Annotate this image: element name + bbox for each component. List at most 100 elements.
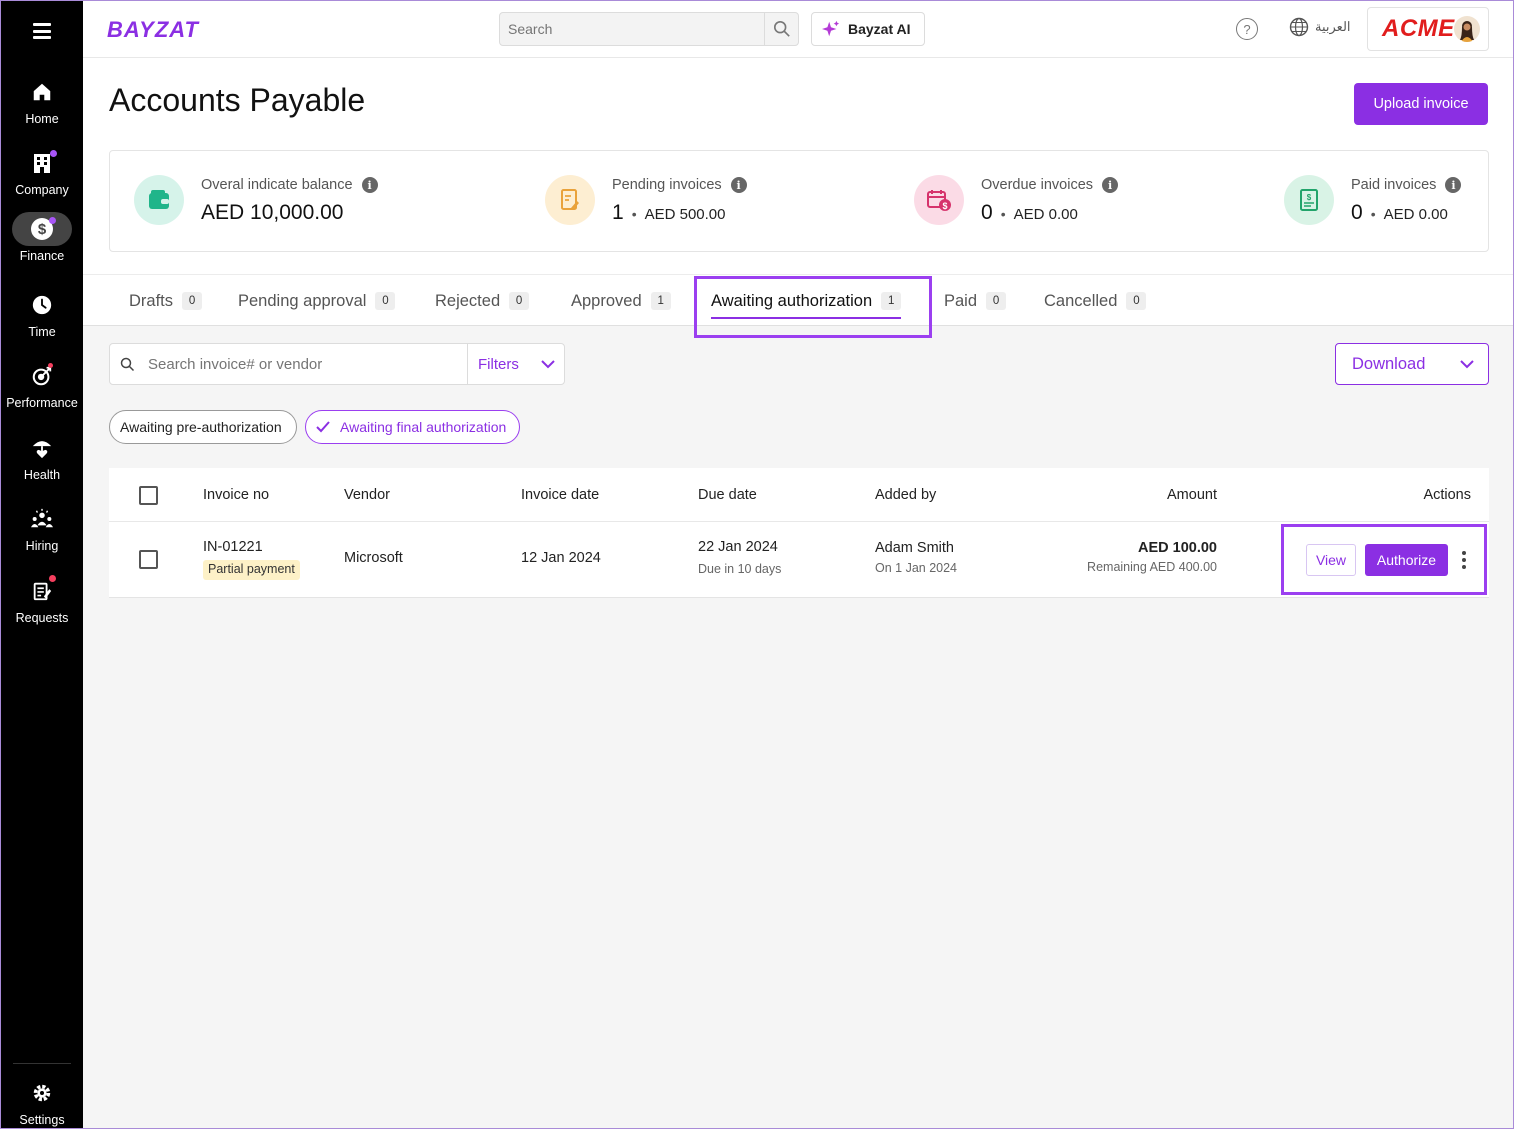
main-content: Accounts Payable Upload invoice Overal i… <box>83 58 1513 1128</box>
pending-invoice-icon <box>545 175 595 225</box>
tab-paid[interactable]: Paid 0 <box>944 275 1007 327</box>
sidebar-item-requests[interactable]: Requests <box>1 574 83 636</box>
table-header: Invoice no Vendor Invoice date Due date … <box>109 468 1489 522</box>
global-search-input[interactable] <box>500 13 762 45</box>
umbrella-heart-icon <box>12 431 72 465</box>
sidebar-item-home[interactable]: Home <box>1 75 83 137</box>
acme-logo: ACME <box>1382 15 1455 42</box>
chip-awaiting-final-authorization[interactable]: Awaiting final authorization <box>305 410 520 444</box>
download-label: Download <box>1352 354 1426 373</box>
partial-payment-badge: Partial payment <box>203 560 300 580</box>
filters-label: Filters <box>478 355 519 373</box>
tab-awaiting-authorization[interactable]: Awaiting authorization 1 <box>711 275 902 327</box>
stat-label: Overdue invoices i <box>981 177 1119 193</box>
search-icon <box>120 357 135 372</box>
tab-approved[interactable]: Approved 1 <box>571 275 671 327</box>
tab-count-badge: 0 <box>1126 292 1147 310</box>
info-icon[interactable]: i <box>1445 177 1462 193</box>
status-tabs: Drafts 0 Pending approval 0 Rejected 0 Appr… <box>83 274 1513 326</box>
sidebar-item-label: Requests <box>15 611 69 625</box>
clock-icon <box>12 288 72 322</box>
global-search <box>499 12 799 46</box>
language-switcher[interactable]: العربية <box>1289 17 1351 37</box>
svg-text:$: $ <box>942 201 947 211</box>
sidebar-item-health[interactable]: Health <box>1 431 83 493</box>
svg-text:$: $ <box>1307 193 1312 202</box>
home-icon <box>12 75 72 109</box>
hamburger-menu-icon[interactable] <box>33 23 51 39</box>
help-icon[interactable]: ? <box>1236 18 1258 40</box>
due-note: Due in 10 days <box>698 562 782 576</box>
bayzat-ai-button[interactable]: Bayzat AI <box>811 12 925 46</box>
search-button[interactable] <box>764 13 798 45</box>
sidebar-item-time[interactable]: Time <box>1 288 83 350</box>
sidebar: Home Company $ Finance Time Performance <box>1 1 83 1128</box>
info-icon[interactable]: i <box>1102 177 1119 193</box>
notification-dot <box>48 363 53 368</box>
tab-count-badge: 0 <box>509 292 530 310</box>
notification-dot <box>50 150 57 157</box>
column-header-amount[interactable]: Amount <box>1167 487 1217 503</box>
language-label: العربية <box>1315 19 1351 34</box>
due-date: 22 Jan 2024 <box>698 539 778 555</box>
stat-value: 1 • AED 500.00 <box>612 201 726 224</box>
vendor-name: Microsoft <box>344 550 403 566</box>
upload-invoice-button[interactable]: Upload invoice <box>1354 83 1488 125</box>
stat-value: 0 • AED 0.00 <box>981 201 1078 224</box>
download-button[interactable]: Download <box>1335 343 1489 385</box>
checkmark-icon <box>316 421 330 433</box>
column-header-added-by[interactable]: Added by <box>875 487 936 503</box>
invoice-table: Invoice no Vendor Invoice date Due date … <box>109 468 1489 598</box>
info-icon[interactable]: i <box>361 177 378 193</box>
sidebar-item-label: Time <box>28 325 56 339</box>
page-title: Accounts Payable <box>109 82 366 118</box>
column-header-due-date[interactable]: Due date <box>698 487 757 503</box>
stat-label: Paid invoices i <box>1351 177 1462 193</box>
invoice-search-input[interactable] <box>148 344 458 384</box>
active-tab-underline <box>711 317 902 319</box>
wallet-icon <box>134 175 184 225</box>
sidebar-item-performance[interactable]: Performance <box>1 359 83 421</box>
column-header-actions: Actions <box>1423 487 1471 503</box>
authorize-button[interactable]: Authorize <box>1365 544 1448 576</box>
sidebar-item-label: Home <box>25 112 59 126</box>
sidebar-item-label: Hiring <box>25 539 59 553</box>
tab-pending-approval[interactable]: Pending approval 0 <box>238 275 396 327</box>
avatar[interactable] <box>1454 16 1480 42</box>
chevron-down-icon <box>1460 360 1474 369</box>
sidebar-item-company[interactable]: Company <box>1 146 83 208</box>
notification-dot <box>49 575 56 582</box>
table-row[interactable]: IN-01221 Partial payment Microsoft 12 Ja… <box>109 522 1489 598</box>
company-switcher[interactable]: ACME <box>1367 7 1489 51</box>
column-header-vendor[interactable]: Vendor <box>344 487 390 503</box>
tab-count-badge: 1 <box>881 292 902 310</box>
invoice-search: Filters <box>109 343 565 385</box>
info-icon[interactable]: i <box>730 177 747 193</box>
column-header-invoice-date[interactable]: Invoice date <box>521 487 599 503</box>
row-checkbox[interactable] <box>139 550 158 569</box>
amount-value: AED 100.00 <box>1138 540 1217 556</box>
chip-awaiting-pre-authorization[interactable]: Awaiting pre-authorization <box>109 410 297 444</box>
filters-dropdown[interactable]: Filters <box>467 344 565 384</box>
sidebar-item-finance[interactable]: $ Finance <box>1 212 83 274</box>
notification-dot <box>49 217 56 224</box>
bayzat-ai-label: Bayzat AI <box>848 21 911 37</box>
tab-cancelled[interactable]: Cancelled 0 <box>1044 275 1147 327</box>
sidebar-item-label: Performance <box>6 396 78 410</box>
sidebar-item-settings[interactable]: Settings <box>1 1076 83 1129</box>
tab-drafts[interactable]: Drafts 0 <box>129 275 203 327</box>
stats-summary: Overal indicate balance i AED 10,000.00 P… <box>109 150 1489 252</box>
overdue-calendar-icon: $ <box>914 175 964 225</box>
select-all-checkbox[interactable] <box>139 486 158 505</box>
request-form-icon <box>12 574 72 608</box>
tab-rejected[interactable]: Rejected 0 <box>435 275 530 327</box>
view-button[interactable]: View <box>1306 544 1356 576</box>
added-on-date: On 1 Jan 2024 <box>875 561 958 575</box>
column-header-invoice-no[interactable]: Invoice no <box>203 487 269 503</box>
more-options-icon[interactable] <box>1458 545 1470 575</box>
sidebar-item-label: Company <box>15 183 69 197</box>
search-icon <box>773 20 790 37</box>
invoice-number[interactable]: IN-01221 <box>203 539 263 555</box>
bayzat-logo[interactable]: BAYZAT <box>107 17 199 43</box>
sidebar-item-hiring[interactable]: Hiring <box>1 502 83 564</box>
